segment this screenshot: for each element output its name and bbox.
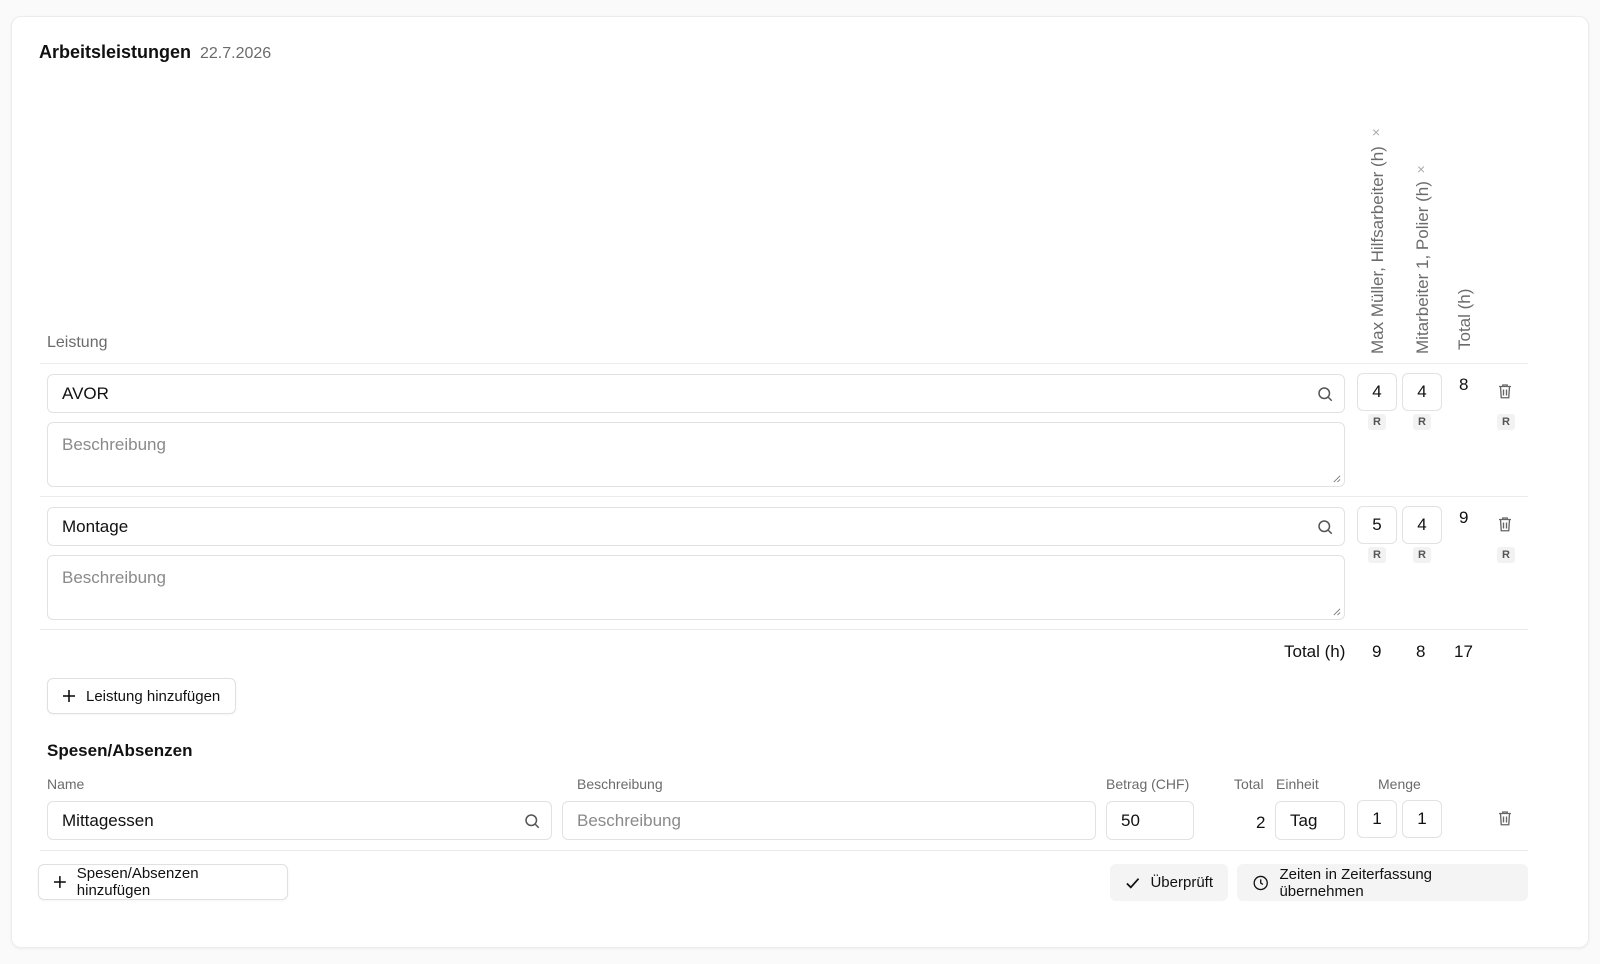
search-icon[interactable] xyxy=(523,812,541,830)
description-placeholder: Beschreibung xyxy=(62,568,166,587)
add-spesen-label: Spesen/Absenzen hinzufügen xyxy=(76,865,199,899)
leistung-column-header: Leistung xyxy=(47,334,108,351)
reviewed-label: Überprüft xyxy=(1150,874,1213,891)
search-icon[interactable] xyxy=(1316,385,1334,403)
divider xyxy=(40,363,1528,364)
leistung-input-avor[interactable]: AVOR xyxy=(47,374,1345,413)
row-total: 8 xyxy=(1459,375,1469,394)
unit-select[interactable]: Tag xyxy=(1275,801,1345,840)
quantity-input[interactable]: 1 xyxy=(1357,800,1397,838)
amount-column-header: Betrag (CHF) xyxy=(1106,776,1190,792)
quantity-column-header: Menge xyxy=(1378,776,1421,792)
add-spesen-button[interactable]: Spesen/Absenzen hinzufügen xyxy=(38,864,288,900)
total-column-header: Total xyxy=(1234,776,1264,792)
name-column-header: Name xyxy=(47,776,85,792)
r-button[interactable]: R xyxy=(1368,547,1386,563)
description-textarea[interactable]: Beschreibung xyxy=(47,422,1345,487)
page-title: Arbeitsleistungen xyxy=(39,42,192,62)
description-column-header: Beschreibung xyxy=(577,776,663,792)
r-button[interactable]: R xyxy=(1413,547,1431,563)
plus-icon xyxy=(63,690,75,702)
divider xyxy=(40,629,1528,630)
spesen-total: 2 xyxy=(1256,813,1266,832)
quantity-input[interactable]: 1 xyxy=(1402,800,1442,838)
trash-icon[interactable] xyxy=(1496,381,1514,401)
plus-icon xyxy=(53,876,66,888)
divider xyxy=(40,850,1528,851)
spesen-description-input[interactable]: Beschreibung xyxy=(562,801,1096,840)
grand-total: 17 xyxy=(1454,642,1473,661)
spesen-title: Spesen/Absenzen xyxy=(47,741,193,760)
report-date: 22.7.2026 xyxy=(200,45,272,62)
remove-employee-1-button[interactable]: × xyxy=(1372,124,1380,140)
employee-column-header-1: Max Müller, Hilfsarbeiter (h) xyxy=(1368,146,1387,354)
reviewed-button[interactable]: Überprüft xyxy=(1110,864,1228,901)
hours-input[interactable]: 4 xyxy=(1402,506,1442,544)
description-placeholder: Beschreibung xyxy=(62,435,166,454)
remove-employee-2-button[interactable]: × xyxy=(1417,161,1425,177)
add-leistung-label: Leistung hinzufügen xyxy=(86,687,221,705)
total-column-header: Total (h) xyxy=(1455,288,1474,350)
spesen-name-value: Mittagessen xyxy=(62,810,154,830)
resize-handle-icon[interactable] xyxy=(1332,474,1341,483)
totals-label: Total (h) xyxy=(1284,642,1346,661)
amount-input[interactable]: 50 xyxy=(1106,801,1194,840)
row-total: 9 xyxy=(1459,508,1469,527)
transfer-times-label: Zeiten in Zeiterfassung übernehmen xyxy=(1279,865,1433,900)
trash-icon[interactable] xyxy=(1496,514,1514,534)
add-leistung-button[interactable]: Leistung hinzufügen xyxy=(47,678,236,714)
leistung-value: Montage xyxy=(62,516,129,536)
employee-column-header-2: Mitarbeiter 1, Polier (h) xyxy=(1413,181,1432,354)
trash-icon[interactable] xyxy=(1496,808,1514,828)
spesen-name-input[interactable]: Mittagessen xyxy=(47,801,552,840)
resize-handle-icon[interactable] xyxy=(1332,607,1341,616)
employee-total: 8 xyxy=(1416,642,1426,661)
leistung-input-montage[interactable]: Montage xyxy=(47,507,1345,546)
hours-input[interactable]: 4 xyxy=(1357,373,1397,411)
check-icon xyxy=(1126,877,1140,889)
description-textarea[interactable]: Beschreibung xyxy=(47,555,1345,620)
leistung-value: AVOR xyxy=(62,383,109,403)
hours-input[interactable]: 5 xyxy=(1357,506,1397,544)
search-icon[interactable] xyxy=(1316,518,1334,536)
clock-icon xyxy=(1253,875,1268,890)
transfer-times-button[interactable]: Zeiten in Zeiterfassung übernehmen xyxy=(1237,864,1528,901)
r-button[interactable]: R xyxy=(1497,547,1515,563)
r-button[interactable]: R xyxy=(1413,414,1431,430)
r-button[interactable]: R xyxy=(1368,414,1386,430)
hours-input[interactable]: 4 xyxy=(1402,373,1442,411)
unit-column-header: Einheit xyxy=(1276,776,1319,792)
divider xyxy=(40,496,1528,497)
r-button[interactable]: R xyxy=(1497,414,1515,430)
employee-total: 9 xyxy=(1372,642,1382,661)
